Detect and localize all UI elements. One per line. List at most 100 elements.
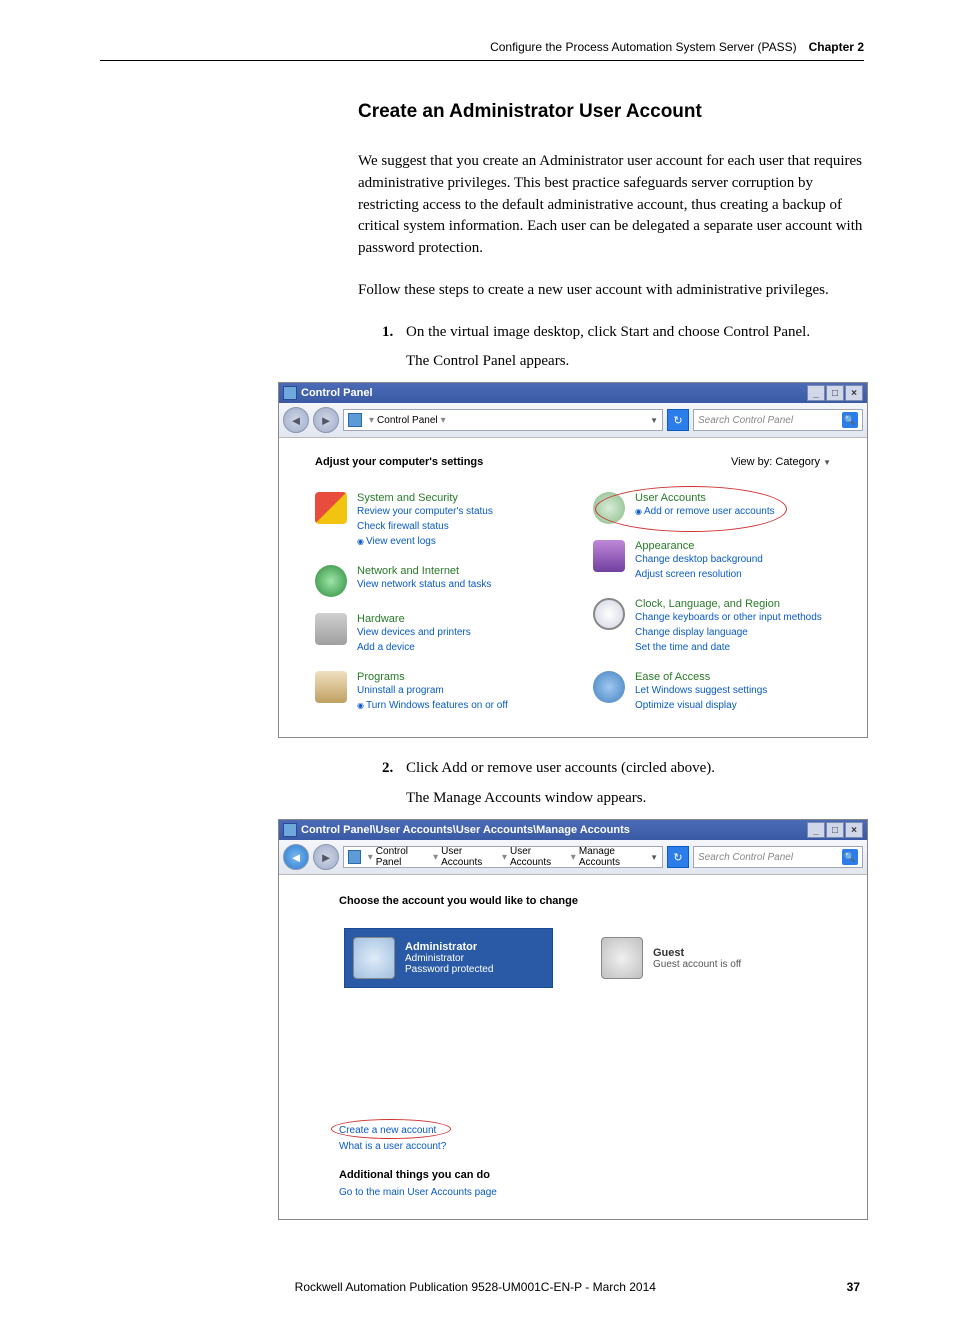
manage-accounts-window: Control Panel\User Accounts\User Account… [278,819,868,1220]
breadcrumb-dropdown[interactable]: ▼ [650,416,658,425]
cp-sublink[interactable]: Review your computer's status [357,504,493,519]
cp-sublink[interactable]: Turn Windows features on or off [357,698,508,713]
forward-button[interactable]: ► [313,407,339,433]
cp-sublink[interactable]: Add a device [357,640,471,655]
guest-account-tile[interactable]: Guest Guest account is off [593,928,802,988]
what-is-account-link[interactable]: What is a user account? [339,1139,807,1155]
cp-sublink[interactable]: Add or remove user accounts [635,504,775,519]
control-panel-window: Control Panel _ □ × ◄ ► ▾ Control Panel … [278,382,868,738]
paragraph-1: We suggest that you create an Administra… [358,151,864,260]
cp-category-icon [315,613,347,645]
ma-breadcrumb-segment[interactable]: Control Panel [376,846,430,868]
refresh-button[interactable]: ↻ [667,409,689,431]
cp-sublink[interactable]: Optimize visual display [635,698,767,713]
ma-heading: Choose the account you would like to cha… [339,895,807,907]
cp-sublink[interactable]: Set the time and date [635,640,822,655]
cp-sublink[interactable]: Let Windows suggest settings [635,683,767,698]
cp-category-title[interactable]: User Accounts [635,492,775,504]
cp-category: Ease of AccessLet Windows suggest settin… [593,671,831,713]
admin-name: Administrator [405,941,493,953]
ma-address-bar: ◄ ► ▾Control Panel▾User Accounts▾User Ac… [279,840,867,875]
ma-window-title: Control Panel\User Accounts\User Account… [301,824,630,836]
header-chapter: Chapter 2 [809,40,864,54]
step-1-text: On the virtual image desktop, click Star… [406,322,810,344]
cp-sublink[interactable]: Adjust screen resolution [635,567,763,582]
admin-account-tile[interactable]: Administrator Administrator Password pro… [344,928,553,988]
breadcrumb[interactable]: ▾ Control Panel ▾ ▼ [343,409,663,431]
main-accounts-link[interactable]: Go to the main User Accounts page [339,1185,807,1201]
window-title: Control Panel [301,387,373,399]
cp-sublink[interactable]: Check firewall status [357,519,493,534]
footer-publication: Rockwell Automation Publication 9528-UM0… [295,1280,656,1294]
step-2-text: Click Add or remove user accounts (circl… [406,758,715,780]
step-1: 1. On the virtual image desktop, click S… [382,322,864,344]
admin-avatar [353,937,395,979]
cp-sublink[interactable]: Change keyboards or other input methods [635,610,822,625]
cp-sublink[interactable]: View devices and printers [357,625,471,640]
create-account-link[interactable]: Create a new account [339,1123,436,1139]
cp-category: HardwareView devices and printersAdd a d… [315,613,553,655]
cp-category-icon [593,492,625,524]
step-1-result: The Control Panel appears. [406,353,864,370]
viewby[interactable]: View by: Category ▼ [731,456,831,468]
ma-forward-button[interactable]: ► [313,844,339,870]
maximize-button[interactable]: □ [826,385,844,401]
ma-back-button[interactable]: ◄ [283,844,309,870]
admin-pw: Password protected [405,964,493,975]
cp-category-title[interactable]: Network and Internet [357,565,491,577]
guest-name: Guest [653,947,741,959]
close-button[interactable]: × [845,385,863,401]
back-button[interactable]: ◄ [283,407,309,433]
cp-sublink[interactable]: Uninstall a program [357,683,508,698]
cp-right-column: User AccountsAdd or remove user accounts… [593,492,831,713]
search-icon[interactable]: 🔍 [842,412,858,428]
address-bar: ◄ ► ▾ Control Panel ▾ ▼ ↻ Search Control… [279,403,867,438]
search-input[interactable]: Search Control Panel 🔍 [693,409,863,431]
cp-category-title[interactable]: Ease of Access [635,671,767,683]
ma-breadcrumb-icon [348,850,361,864]
ma-refresh-button[interactable]: ↻ [667,846,689,868]
cp-category: User AccountsAdd or remove user accounts [593,492,831,524]
titlebar[interactable]: Control Panel _ □ × [279,383,867,403]
ma-breadcrumb[interactable]: ▾Control Panel▾User Accounts▾User Accoun… [343,846,663,868]
cp-category: Clock, Language, and RegionChange keyboa… [593,598,831,655]
ma-search-input[interactable]: Search Control Panel 🔍 [693,846,863,868]
cp-category-title[interactable]: System and Security [357,492,493,504]
cp-category-title[interactable]: Programs [357,671,508,683]
guest-sub: Guest account is off [653,959,741,970]
page-footer: Rockwell Automation Publication 9528-UM0… [100,1280,864,1294]
page-header: Configure the Process Automation System … [100,40,864,61]
ma-search-icon[interactable]: 🔍 [842,849,858,865]
cp-sublink[interactable]: View network status and tasks [357,577,491,592]
ma-breadcrumb-dropdown[interactable]: ▼ [650,853,658,862]
ma-close-button[interactable]: × [845,822,863,838]
cp-category-title[interactable]: Hardware [357,613,471,625]
cp-left-column: System and SecurityReview your computer'… [315,492,553,713]
cp-category: ProgramsUninstall a programTurn Windows … [315,671,553,713]
step-1-number: 1. [382,322,406,344]
paragraph-2: Follow these steps to create a new user … [358,280,864,302]
breadcrumb-text: Control Panel [377,415,438,426]
cp-category-icon [315,492,347,524]
ma-minimize-button[interactable]: _ [807,822,825,838]
cp-category: System and SecurityReview your computer'… [315,492,553,549]
cp-sublink[interactable]: View event logs [357,534,493,549]
section-title: Create an Administrator User Account [358,101,864,123]
ma-titlebar[interactable]: Control Panel\User Accounts\User Account… [279,820,867,840]
ma-search-placeholder: Search Control Panel [698,852,793,863]
cp-category-title[interactable]: Clock, Language, and Region [635,598,822,610]
ma-maximize-button[interactable]: □ [826,822,844,838]
ma-breadcrumb-segment[interactable]: User Accounts [510,846,568,868]
step-2-number: 2. [382,758,406,780]
cp-sublink[interactable]: Change display language [635,625,822,640]
footer-page-number: 37 [847,1280,860,1294]
minimize-button[interactable]: _ [807,385,825,401]
ma-breadcrumb-segment[interactable]: Manage Accounts [579,846,650,868]
cp-category-title[interactable]: Appearance [635,540,763,552]
cp-sublink[interactable]: Change desktop background [635,552,763,567]
ma-window-icon [283,823,297,837]
cp-category-icon [593,671,625,703]
step-2-result: The Manage Accounts window appears. [406,790,864,807]
ma-breadcrumb-segment[interactable]: User Accounts [441,846,499,868]
additional-heading: Additional things you can do [339,1169,807,1181]
